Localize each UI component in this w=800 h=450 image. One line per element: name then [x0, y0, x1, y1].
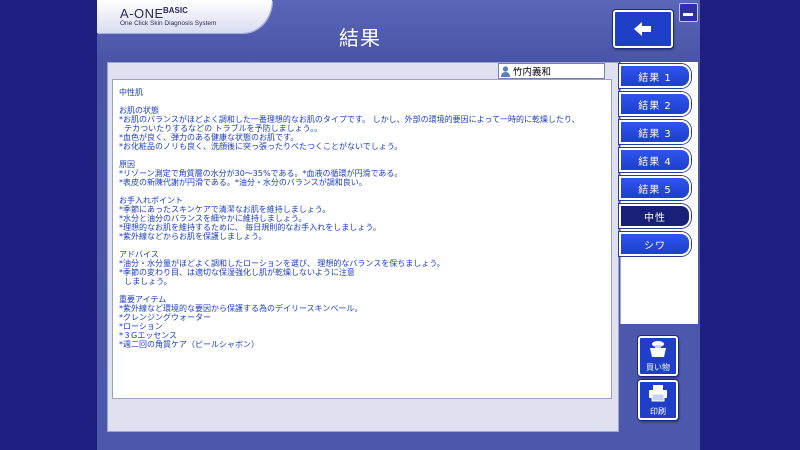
tab-result-3[interactable]: 結果 3	[619, 120, 691, 144]
result-line: *血色が良く、弾力のある健康な状態のお肌です。	[119, 133, 299, 142]
logo-title: A-ONE	[120, 6, 164, 21]
page-title: 結果	[339, 26, 381, 50]
logo-subtitle: One Click Skin Diagnosis System	[120, 20, 217, 27]
user-name-box: 竹内義和	[498, 63, 605, 79]
person-icon	[501, 65, 510, 77]
tab-result-5[interactable]: 結果 5	[619, 176, 691, 200]
tab-result-1[interactable]: 結果 1	[619, 64, 691, 88]
result-line: 重要アイテム	[119, 295, 167, 304]
result-line: *お肌のバランスがほどよく調和した一番理想的なお肌のタイプです。 しかし、外部の…	[119, 115, 580, 124]
result-text-panel: 中性肌お肌の状態 *お肌のバランスがほどよく調和した一番理想的なお肌のタイプです。…	[112, 79, 612, 399]
result-line: *お化粧品のノリも良く、洗顔後に突っ張ったりべたつくことがないでしょう。	[119, 142, 403, 151]
printer-icon	[649, 385, 667, 402]
result-line: *表皮の新陳代謝が円滑である。*油分・水分のバランスが調和良い。	[119, 178, 367, 187]
arrow-left-icon	[634, 22, 651, 36]
result-line: 原因	[119, 160, 135, 169]
tab-label: シワ	[644, 240, 666, 252]
buy-button[interactable]: 買い物	[638, 336, 678, 376]
result-line: *紫外線などからお肌を保護しましょう。	[119, 232, 267, 241]
tab-label: 結果 3	[638, 128, 672, 140]
result-line: 中性肌	[119, 88, 143, 97]
shopping-bag-icon	[650, 341, 666, 357]
result-line: テカついたりするなどの トラブルを予防しましょう。。	[119, 124, 323, 133]
result-line: *季節にあったスキンケアで清潔なお肌を維持しましょう。	[119, 205, 331, 214]
tab-label: 結果 4	[638, 156, 672, 168]
result-line: しましょう。	[119, 277, 172, 286]
result-line: *紫外線など環境的な要因から保護する為のデイリースキンベール。	[119, 304, 363, 313]
user-name: 竹内義和	[513, 67, 552, 78]
result-line: お手入れポイント	[119, 196, 183, 205]
minimize-icon	[683, 13, 693, 16]
result-line: お肌の状態	[119, 106, 159, 115]
tab-wrinkle[interactable]: シワ	[619, 232, 691, 256]
result-line: *クレンジングウォーター	[119, 313, 211, 322]
result-line: *季節の変わり目、は適切な保湿強化し肌が乾燥しないように注意	[119, 268, 355, 277]
result-line: *ローション	[119, 322, 163, 331]
tab-neutral[interactable]: 中性	[619, 204, 691, 228]
print-button[interactable]: 印刷	[638, 380, 678, 420]
result-line: *３Gエッセンス	[119, 331, 178, 340]
print-label: 印刷	[650, 407, 666, 416]
result-line: *リゾーン測定で角質層の水分が30～35%である。*血液の循環が円滑である。	[119, 169, 403, 178]
logo-edition: BASIC	[163, 6, 188, 15]
buy-label: 買い物	[646, 363, 670, 372]
result-line: アドバイス	[119, 250, 159, 259]
tab-label: 結果 5	[638, 184, 672, 196]
tab-label: 結果 2	[638, 100, 672, 112]
minimize-button[interactable]	[679, 3, 698, 22]
result-line: *週二回の角質ケア（ピールシャボン）	[119, 340, 259, 349]
result-line: *油分・水分量がほどよく調和したローションを選び、 理想的なバランスを保ちましょ…	[119, 259, 445, 268]
result-line: *理想的なお肌を維持するために、 毎日規則的なお手入れをしましょう。	[119, 223, 381, 232]
tab-result-2[interactable]: 結果 2	[619, 92, 691, 116]
tab-label: 結果 1	[638, 72, 672, 84]
result-line: *水分と油分のバランスを細やかに維持しましょう。	[119, 214, 307, 223]
tab-label: 中性	[644, 212, 666, 224]
back-button[interactable]	[613, 10, 673, 48]
tab-result-4[interactable]: 結果 4	[619, 148, 691, 172]
